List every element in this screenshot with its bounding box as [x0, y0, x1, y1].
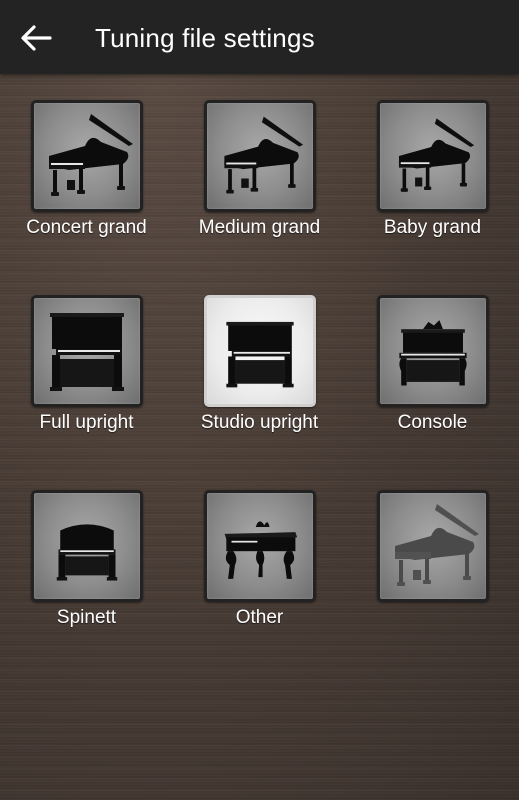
piano-type-baby-grand[interactable]: Baby grand	[346, 100, 519, 240]
antique-piano-icon	[224, 521, 297, 579]
upright-piano-icon	[49, 313, 124, 391]
piano-type-label: Spinett	[56, 607, 117, 628]
piano-type-label: Full upright	[39, 412, 134, 433]
piano-image-box	[30, 490, 143, 602]
piano-type-full-upright[interactable]: Full upright	[0, 295, 173, 435]
piano-image-box	[30, 100, 143, 212]
grand-piano-silhouette-icon	[394, 504, 479, 586]
piano-type-label: Medium grand	[198, 217, 321, 238]
piano-image-box	[30, 295, 143, 407]
piano-type-unlabeled[interactable]	[346, 490, 519, 606]
grand-piano-icon	[48, 114, 133, 196]
piano-type-label: Baby grand	[383, 217, 482, 238]
piano-type-label: Studio upright	[200, 412, 319, 433]
arrow-left-icon	[21, 25, 52, 51]
piano-type-spinett[interactable]: Spinett	[0, 490, 173, 630]
piano-type-label: Console	[397, 412, 468, 433]
piano-type-label: Other	[235, 607, 284, 628]
piano-type-console[interactable]: Console	[346, 295, 519, 435]
piano-type-medium-grand[interactable]: Medium grand	[173, 100, 346, 240]
piano-type-other[interactable]: Other	[173, 490, 346, 630]
piano-image-box	[203, 100, 316, 212]
console-piano-icon	[398, 320, 467, 386]
piano-type-studio-upright[interactable]: Studio upright	[173, 295, 346, 435]
back-button[interactable]	[14, 18, 58, 58]
piano-type-label: Concert grand	[26, 217, 147, 238]
piano-image-box	[203, 490, 316, 602]
spinet-piano-icon	[56, 524, 117, 581]
page-title: Tuning file settings	[95, 23, 315, 53]
grand-piano-icon	[223, 116, 303, 194]
piano-image-box	[376, 295, 489, 407]
piano-type-concert-grand[interactable]: Concert grand	[0, 100, 173, 240]
piano-image-box	[376, 100, 489, 212]
upright-piano-icon	[225, 321, 294, 388]
piano-image-box	[203, 295, 316, 407]
grand-piano-icon	[398, 118, 474, 192]
app-bar: Tuning file settings	[0, 0, 519, 74]
piano-image-box	[376, 490, 489, 602]
